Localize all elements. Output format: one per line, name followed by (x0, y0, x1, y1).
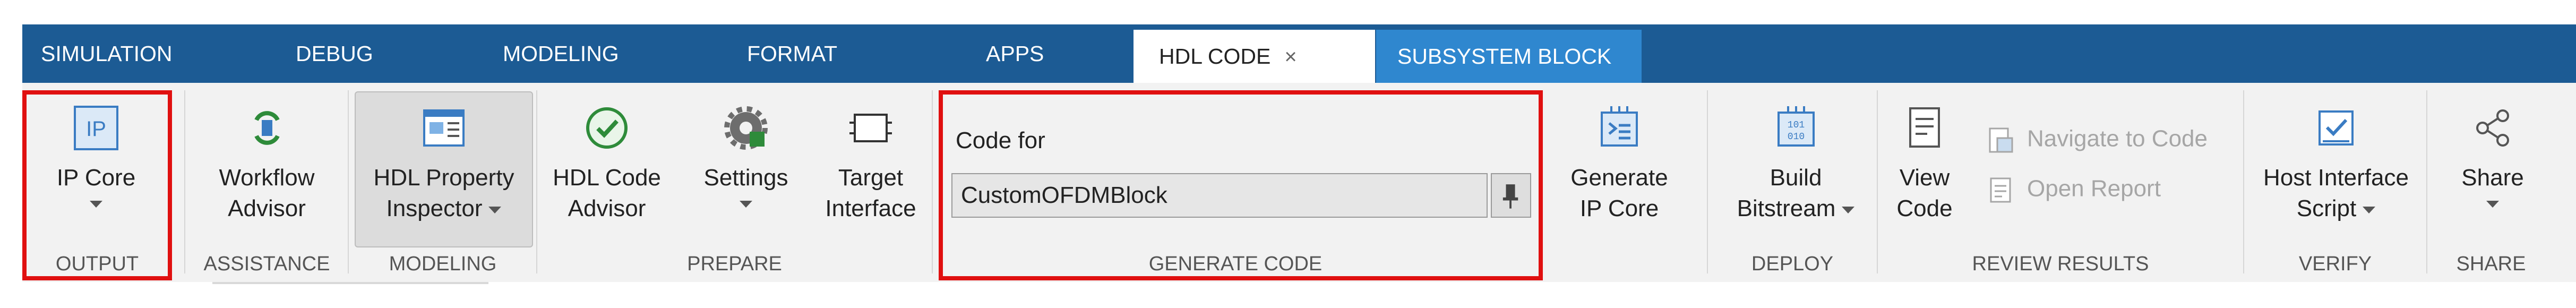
workflow-advisor-label-1: Workflow (219, 165, 315, 191)
chevron-down-icon (2486, 201, 2499, 208)
navigate-icon (1989, 127, 2013, 153)
hdl-property-inspector-label-1: HDL Property (373, 165, 514, 191)
svg-text:010: 010 (1787, 132, 1804, 142)
share-icon (2476, 109, 2509, 147)
section-prepare-label: PREPARE (687, 253, 782, 275)
tab-simulation[interactable]: SIMULATION (41, 24, 173, 83)
generate-ip-core-button[interactable]: Generate IP Core (1550, 104, 1688, 224)
tab-strip: SIMULATION DEBUG MODELING FORMAT APPS HD… (22, 24, 2576, 83)
workflow-advisor-icon (254, 111, 280, 145)
build-bitstream-label-2: Bitstream (1737, 195, 1836, 221)
tab-modeling[interactable]: MODELING (503, 24, 619, 83)
ribbon-scroll-edge (212, 282, 488, 284)
host-interface-script-button[interactable]: Host Interface Script (2254, 104, 2418, 224)
hdl-property-inspector-button[interactable]: HDL Property Inspector (357, 104, 531, 224)
view-code-button[interactable]: View Code (1890, 104, 1959, 224)
section-review-results-label: REVIEW RESULTS (1972, 253, 2149, 275)
chevron-down-icon (740, 201, 752, 208)
section-divider (1707, 90, 1708, 273)
hdl-code-advisor-button[interactable]: HDL Code Advisor (551, 104, 663, 224)
section-deploy-label: DEPLOY (1751, 253, 1834, 275)
open-report-label: Open Report (2027, 175, 2161, 202)
tab-debug[interactable]: DEBUG (296, 24, 373, 83)
hdl-property-inspector-label-2: Inspector (386, 195, 483, 221)
section-divider (932, 90, 933, 273)
generate-ip-core-label-2: IP Core (1579, 195, 1659, 221)
tab-apps[interactable]: APPS (986, 24, 1044, 83)
section-divider (348, 90, 349, 273)
tab-hdl-code-label: HDL CODE (1159, 44, 1271, 69)
host-interface-script-icon (2319, 110, 2354, 146)
chevron-down-icon (1842, 206, 1855, 213)
tab-subsystem-block[interactable]: SUBSYSTEM BLOCK (1376, 30, 1642, 83)
document-icon (1909, 107, 1940, 148)
target-interface-icon (849, 114, 892, 142)
section-divider (2243, 90, 2244, 273)
target-interface-label-2: Interface (825, 195, 916, 221)
section-divider (2426, 90, 2427, 273)
view-code-label-1: View (1899, 165, 1950, 191)
section-divider (1877, 90, 1878, 273)
workflow-advisor-label-2: Advisor (228, 195, 306, 221)
chevron-down-icon (488, 206, 502, 213)
workflow-advisor-button[interactable]: Workflow Advisor (196, 104, 337, 224)
open-report-button[interactable]: Open Report (1986, 175, 2161, 205)
host-interface-script-label-2: Script (2296, 195, 2357, 221)
section-divider (536, 90, 537, 273)
chevron-down-icon (2363, 206, 2376, 213)
host-interface-script-label-1: Host Interface (2263, 165, 2409, 191)
generate-ip-core-label-1: Generate (1570, 165, 1668, 191)
svg-text:101: 101 (1787, 120, 1804, 131)
tab-hdl-code[interactable]: HDL CODE × (1134, 30, 1375, 83)
target-interface-label-1: Target (838, 165, 904, 191)
build-bitstream-label-1: Build (1770, 165, 1822, 191)
close-icon[interactable]: × (1284, 45, 1296, 69)
section-modeling-label: MODELING (389, 253, 497, 275)
section-assistance-label: ASSISTANCE (203, 253, 330, 275)
report-icon (1990, 177, 2011, 203)
section-divider (184, 90, 185, 273)
checkmark-circle-icon (586, 107, 628, 149)
target-interface-button[interactable]: Target Interface (818, 104, 924, 224)
settings-label: Settings (703, 165, 788, 191)
generate-ip-core-icon (1601, 106, 1638, 147)
section-verify-label: VERIFY (2298, 253, 2372, 275)
navigate-to-code-label: Navigate to Code (2027, 125, 2208, 152)
build-bitstream-icon: 101 010 (1777, 106, 1815, 147)
share-button[interactable]: Share (2434, 104, 2551, 208)
output-highlight (22, 90, 172, 280)
gear-icon (724, 106, 768, 150)
generate-code-highlight (939, 90, 1543, 280)
section-share-label: SHARE (2456, 253, 2526, 275)
settings-button[interactable]: Settings (693, 104, 799, 208)
build-bitstream-button[interactable]: 101 010 Build Bitstream (1723, 104, 1869, 224)
tab-format[interactable]: FORMAT (747, 24, 837, 83)
hdl-code-advisor-label-1: HDL Code (553, 165, 661, 191)
hdl-code-advisor-label-2: Advisor (568, 195, 646, 221)
ribbon-footer (22, 282, 2576, 308)
share-label: Share (2461, 165, 2524, 191)
property-inspector-icon (423, 109, 465, 147)
navigate-to-code-button[interactable]: Navigate to Code (1986, 125, 2208, 155)
view-code-label-2: Code (1896, 195, 1953, 221)
